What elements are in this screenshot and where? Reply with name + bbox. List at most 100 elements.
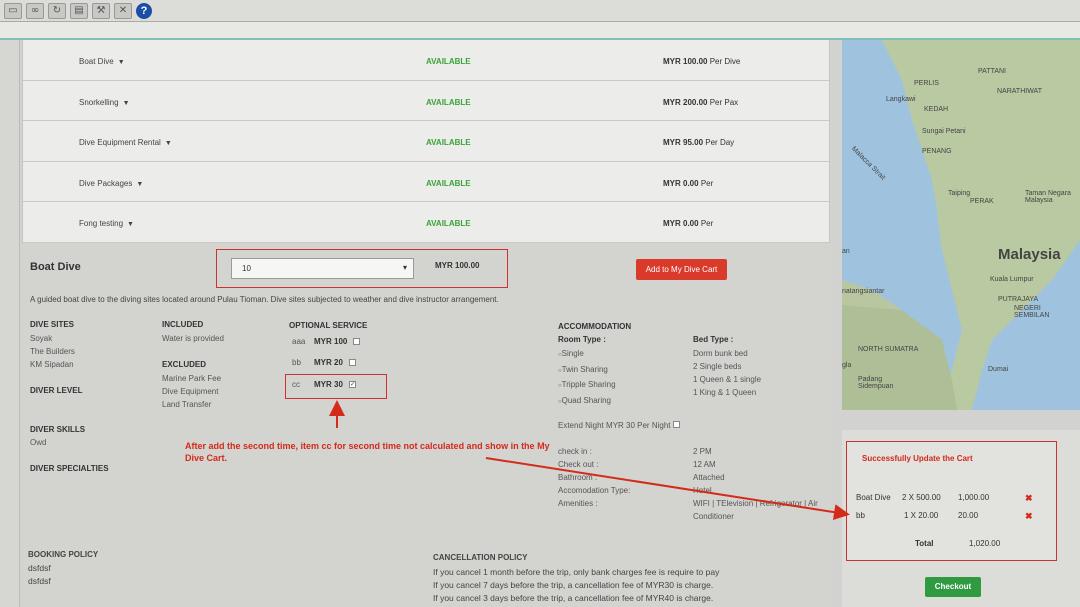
optional-checkbox[interactable]: ✓ <box>348 381 356 388</box>
cart-item: Boat Dive 2 X 500.00 1,000.00 ✖ <box>856 493 1033 504</box>
map-label: PERLIS <box>914 80 939 87</box>
diver-skills-value: Owd <box>30 438 47 447</box>
page-header-strip <box>0 22 1080 40</box>
map-label: Taman Negara Malaysia <box>1025 190 1071 204</box>
detail-price: MYR 100.00 <box>435 261 480 270</box>
service-name[interactable]: Dive Equipment Rental ▼ <box>79 138 172 147</box>
caret-down-icon: ▼ <box>164 140 172 148</box>
service-name[interactable]: Dive Packages ▼ <box>79 179 143 188</box>
map-label: PATTANI <box>978 68 1006 75</box>
diver-specialties-title: DIVER SPECIALTIES <box>30 464 109 473</box>
service-price: MYR 100.00 Per Dive <box>663 57 741 66</box>
status-badge: AVAILABLE <box>426 178 471 188</box>
room-type-radio[interactable]: ○Twin Sharing <box>558 363 616 379</box>
excluded-title: EXCLUDED <box>162 360 207 369</box>
cart-status: Successfully Update the Cart <box>862 454 973 463</box>
service-name[interactable]: Snorkelling ▼ <box>79 98 130 107</box>
service-price: MYR 95.00 Per Day <box>663 138 735 148</box>
service-price: MYR 0.00 Per <box>663 219 714 229</box>
table-row: Boat Dive ▼ AVAILABLE MYR 100.00 Per Dive <box>23 40 829 81</box>
caret-down-icon: ▼ <box>117 59 125 66</box>
accommodation-title: ACCOMMODATION <box>558 322 632 331</box>
optional-checkbox[interactable] <box>353 338 361 345</box>
map-label: PUTRAJAYA <box>998 296 1039 303</box>
detail-title: Boat Dive <box>30 261 81 273</box>
chevron-down-icon: ▾ <box>402 263 407 272</box>
room-type-list: ○Single ○Twin Sharing ○Tripple Sharing ○… <box>558 347 616 409</box>
service-name[interactable]: Boat Dive ▼ <box>79 57 125 66</box>
service-name[interactable]: Fong testing ▼ <box>79 219 134 228</box>
table-row: Fong testing ▼ AVAILABLE MYR 0.00 Per <box>23 202 829 243</box>
optional-item: cc MYR 30 ✓ <box>292 380 356 389</box>
status-badge: AVAILABLE <box>426 138 471 148</box>
room-type-radio[interactable]: ○Tripple Sharing <box>558 378 616 394</box>
caret-down-icon: ▼ <box>122 99 130 107</box>
optional-item: aaa MYR 100 <box>292 337 361 346</box>
room-type-radio[interactable]: ○Single <box>558 347 616 363</box>
remove-icon[interactable]: ✖ <box>1025 493 1033 504</box>
map-label: PENANG <box>922 148 952 155</box>
quantity-select[interactable]: 10 ▾ <box>231 258 414 279</box>
cancellation-policy-text: If you cancel 1 month before the trip, o… <box>433 567 720 603</box>
booking-policy-title: BOOKING POLICY <box>28 550 99 559</box>
accommodation-details-labels: check in : Check out : Bathroom : Accomo… <box>558 447 631 508</box>
map-label: gla <box>842 362 852 369</box>
status-badge: AVAILABLE <box>426 57 471 66</box>
toolbar: ▭ ∞ ↻ ▤ ⚒ ✕ ? <box>0 0 1080 22</box>
map-label: KEDAH <box>924 106 949 113</box>
optional-checkbox[interactable] <box>348 359 356 366</box>
diver-level-title: DIVER LEVEL <box>30 386 83 395</box>
excluded-list: Marine Park Fee Dive Equipment Land Tran… <box>162 374 222 409</box>
cart-item: bb 1 X 20.00 20.00 ✖ <box>856 511 1033 522</box>
map-label: Kuala Lumpur <box>990 276 1034 283</box>
accommodation-details-values: 2 PM 12 AM Attached Hotel WIFI | TElevis… <box>693 447 818 521</box>
map-label: NEGERI SEMBILAN <box>1014 305 1050 319</box>
detail-description: A guided boat dive to the diving sites l… <box>30 295 499 304</box>
extend-night-checkbox[interactable] <box>672 421 680 428</box>
cancellation-policy-title: CANCELLATION POLICY <box>433 553 528 562</box>
caret-down-icon: ▼ <box>127 221 134 229</box>
caret-down-icon: ▼ <box>136 180 144 188</box>
bed-type-label: Bed Type : <box>693 335 734 344</box>
map-label: NARATHIWAT <box>997 88 1042 95</box>
refresh-icon[interactable]: ↻ <box>48 2 66 19</box>
print-icon[interactable]: ▤ <box>70 2 88 19</box>
status-badge: AVAILABLE <box>426 97 471 107</box>
room-type-radio[interactable]: ○Quad Sharing <box>558 394 616 410</box>
my-dive-cart: Successfully Update the Cart Boat Dive 2… <box>842 430 1080 607</box>
booking-policy-text: dsfdsf dsfdsf <box>28 563 51 586</box>
map-label: natangsiantar <box>842 288 885 295</box>
checkout-button[interactable]: Checkout <box>925 577 981 597</box>
dive-sites-list: Soyak The Builders KM Sipadan <box>30 334 75 369</box>
left-frame <box>0 40 20 607</box>
map-land <box>842 40 1080 410</box>
service-table: Boat Dive ▼ AVAILABLE MYR 100.00 Per Dive… <box>22 40 830 243</box>
service-price: MYR 200.00 Per Pax <box>663 97 739 107</box>
dive-sites-title: DIVE SITES <box>30 320 75 329</box>
main-content: Boat Dive ▼ AVAILABLE MYR 100.00 Per Dive… <box>20 40 832 607</box>
room-type-label: Room Type : <box>558 335 606 344</box>
included-title: INCLUDED <box>162 320 204 329</box>
help-icon[interactable]: ? <box>136 2 152 19</box>
diver-skills-title: DIVER SKILLS <box>30 425 86 434</box>
binoculars-icon[interactable]: ∞ <box>26 2 44 19</box>
status-badge: AVAILABLE <box>426 219 471 229</box>
cart-total: Total 1,020.00 <box>915 539 1001 548</box>
optional-item: bb MYR 20 <box>292 358 356 367</box>
map-label: NORTH SUMATRA <box>858 346 919 353</box>
map-label: an <box>842 248 850 255</box>
add-to-cart-button[interactable]: Add to My Dive Cart <box>636 259 727 280</box>
remove-icon[interactable]: ✖ <box>1025 511 1033 522</box>
page-icon[interactable]: ▭ <box>4 2 22 19</box>
tools-icon[interactable]: ⚒ <box>92 2 110 19</box>
map-label: Sungai Petani <box>922 128 966 135</box>
service-price: MYR 0.00 Per <box>663 178 714 188</box>
table-row: Dive Packages ▼ AVAILABLE MYR 0.00 Per <box>23 162 829 203</box>
map[interactable]: PATTANI NARATHIWAT Langkawi PERLIS KEDAH… <box>842 40 1080 410</box>
map-label: Padang Sidempuan <box>858 376 894 390</box>
map-label: Taiping <box>948 190 971 197</box>
annotation-text: After add the second time, item cc for s… <box>185 441 550 463</box>
close-icon[interactable]: ✕ <box>114 2 132 19</box>
included-value: Water is provided <box>162 334 224 343</box>
table-row: Dive Equipment Rental ▼ AVAILABLE MYR 95.… <box>23 121 829 162</box>
